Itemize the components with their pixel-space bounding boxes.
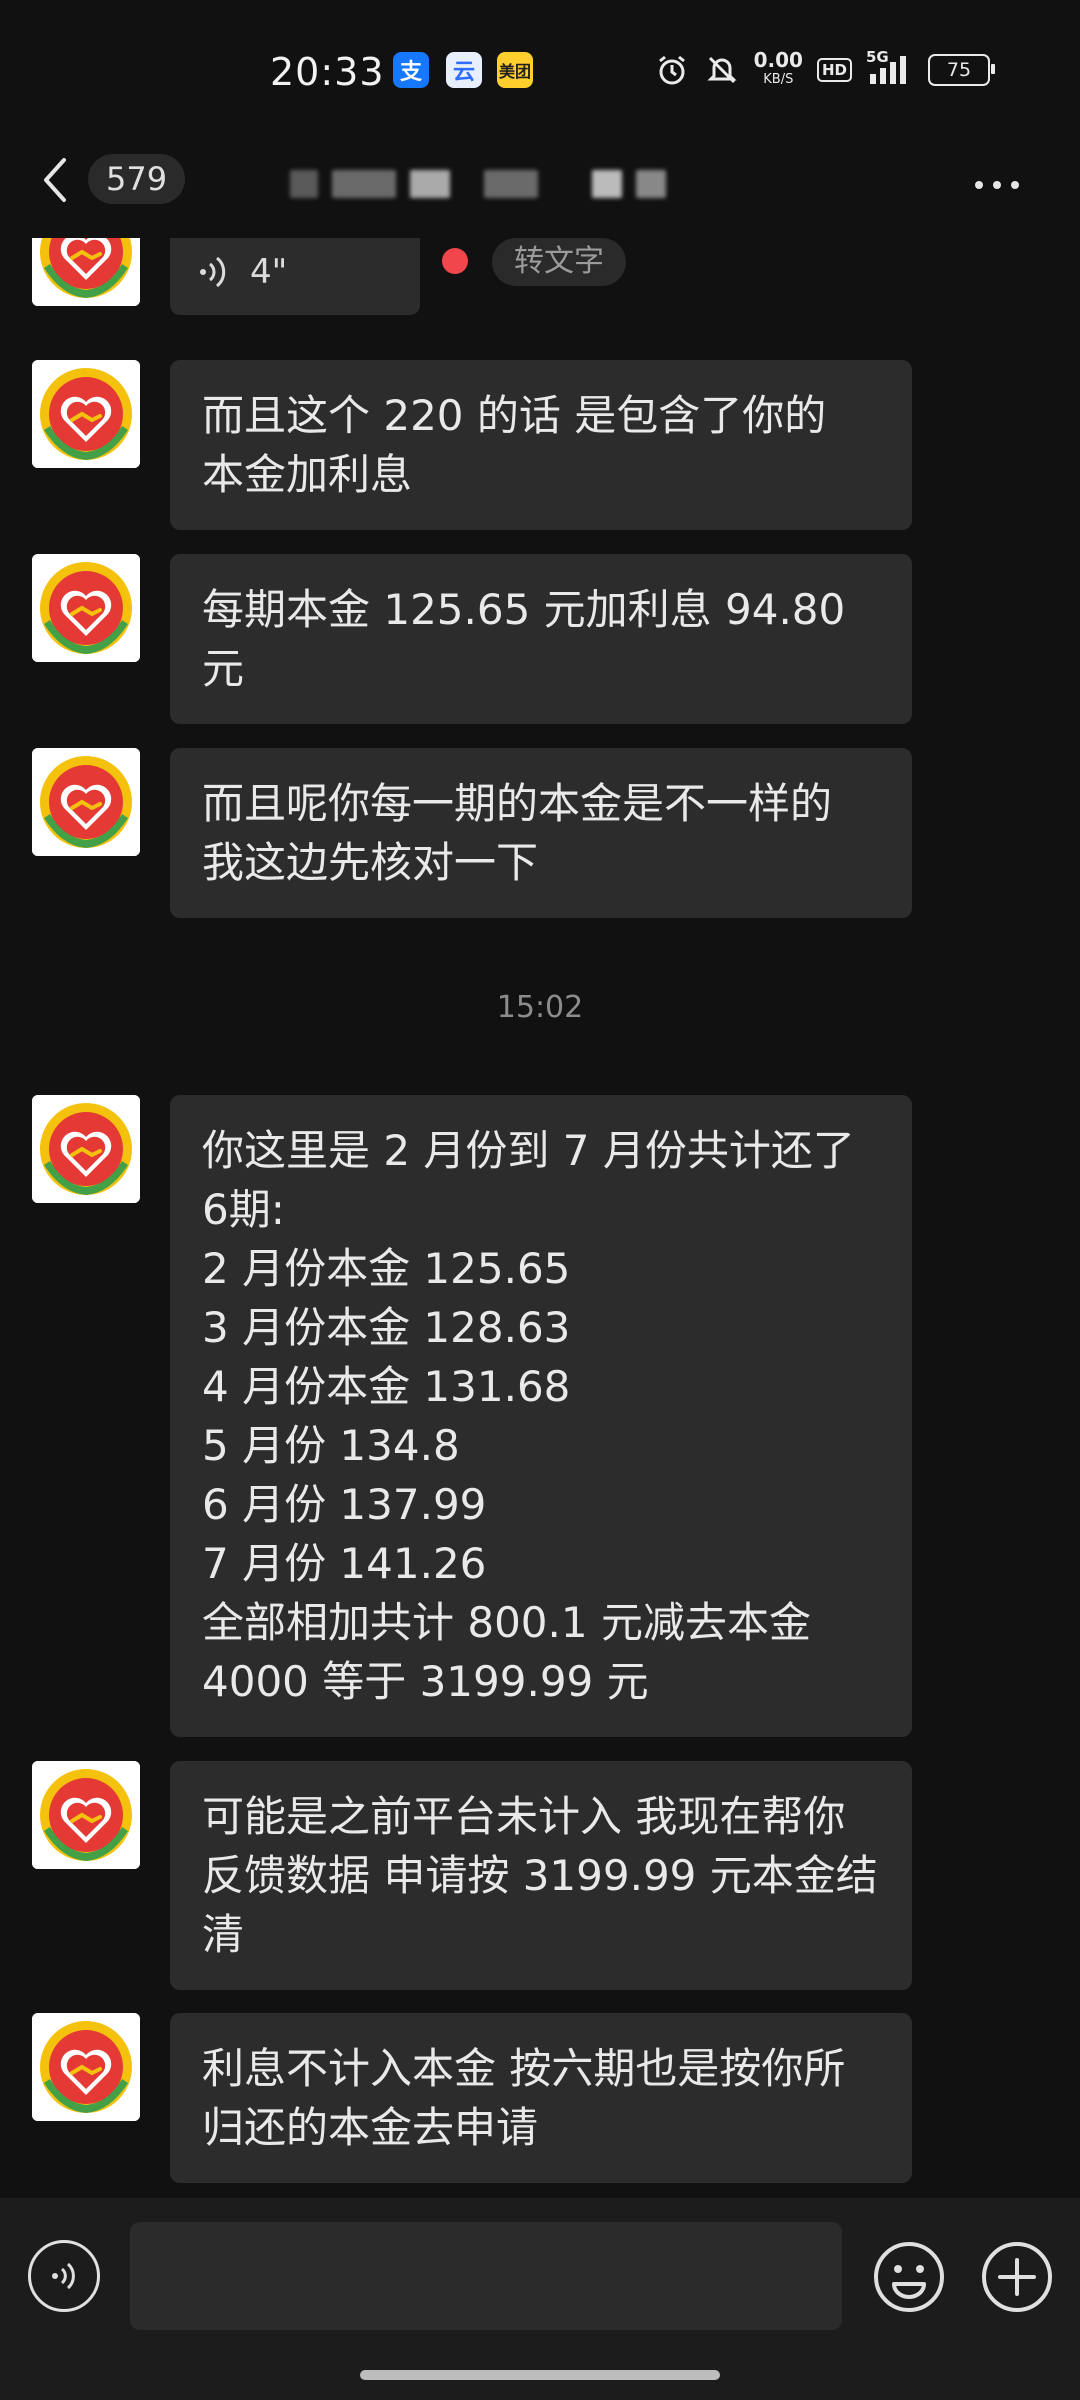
voice-input-toggle[interactable]	[28, 2240, 100, 2312]
avatar[interactable]	[32, 748, 140, 856]
status-icons: 0.00 KB/S HD 5G 75	[654, 48, 995, 90]
blurred-title-part	[410, 170, 450, 198]
message-bubble[interactable]: 每期本金 125.65 元加利息 94.80 元	[170, 554, 912, 724]
avatar-logo-icon	[32, 554, 140, 662]
message-list[interactable]: 4" 转文字 而且这个 220 的话 是包含了你的 本金加利息 每期本金 125…	[0, 238, 1080, 2198]
smiley-icon	[874, 2242, 944, 2312]
signal-label: 5G	[866, 48, 889, 66]
battery-icon: 75	[928, 54, 995, 86]
net-speed-value: 0.00	[753, 48, 803, 72]
avatar-logo-icon	[32, 238, 140, 306]
message-bubble[interactable]: 而且呢你每一期的本金是不一样的 我这边先核对一下	[170, 748, 912, 918]
blurred-title-part	[290, 170, 318, 198]
blurred-title-part	[636, 170, 666, 198]
avatar[interactable]	[32, 238, 140, 306]
blurred-title-part	[592, 170, 622, 198]
avatar-logo-icon	[32, 2013, 140, 2121]
dot-icon	[975, 181, 983, 189]
avatar[interactable]	[32, 2013, 140, 2121]
status-bar: 20:33 支 云 美团 0.00 KB/S HD 5G 75	[0, 0, 1080, 140]
avatar-logo-icon	[32, 748, 140, 856]
status-time: 20:33	[270, 50, 385, 94]
avatar-logo-icon	[32, 1761, 140, 1869]
message-bubble[interactable]: 你这里是 2 月份到 7 月份共计还了 6期: 2 月份本金 125.65 3 …	[170, 1095, 912, 1737]
avatar[interactable]	[32, 360, 140, 468]
message-bubble[interactable]: 利息不计入本金 按六期也是按你所 归还的本金去申请	[170, 2013, 912, 2183]
avatar-logo-icon	[32, 1095, 140, 1203]
convert-to-text-button[interactable]: 转文字	[492, 238, 626, 286]
alarm-icon	[654, 52, 690, 88]
blurred-title-part	[484, 170, 538, 198]
voice-duration: 4"	[250, 251, 288, 292]
chevron-left-icon	[44, 158, 66, 202]
more-options-button[interactable]	[975, 170, 1035, 200]
message-timestamp: 15:02	[496, 990, 584, 1025]
message-bubble[interactable]: 而且这个 220 的话 是包含了你的 本金加利息	[170, 360, 912, 530]
dot-icon	[993, 181, 1001, 189]
dot-icon	[1011, 181, 1019, 189]
net-speed-unit: KB/S	[763, 72, 794, 87]
mute-bell-icon	[704, 52, 740, 88]
avatar[interactable]	[32, 1095, 140, 1203]
avatar[interactable]	[32, 554, 140, 662]
blurred-title-part	[332, 170, 396, 198]
net-speed: 0.00 KB/S	[754, 50, 803, 90]
emoji-button[interactable]	[872, 2240, 946, 2314]
unread-dot	[442, 248, 468, 274]
alipay-notification-icon: 支	[393, 52, 429, 88]
signal-icon: 5G	[866, 48, 914, 88]
avatar[interactable]	[32, 1761, 140, 1869]
more-functions-button[interactable]	[980, 2240, 1054, 2314]
voice-wave-icon	[200, 256, 226, 287]
meituan-notification-icon: 美团	[497, 52, 533, 88]
chat-title-blurred	[290, 170, 666, 200]
avatar-logo-icon	[32, 360, 140, 468]
voice-bubble[interactable]: 4"	[170, 238, 420, 315]
home-indicator[interactable]	[360, 2370, 720, 2380]
unread-count-badge[interactable]: 579	[88, 154, 186, 204]
plus-circle-icon	[982, 2242, 1052, 2312]
message-input[interactable]	[130, 2222, 842, 2330]
voice-wave-icon	[52, 2262, 75, 2290]
back-button[interactable]	[36, 152, 76, 208]
cloud-notification-icon: 云	[446, 52, 482, 88]
message-bubble[interactable]: 可能是之前平台未计入 我现在帮你 反馈数据 申请按 3199.99 元本金结 清	[170, 1761, 912, 1990]
hd-icon: HD	[816, 58, 852, 82]
